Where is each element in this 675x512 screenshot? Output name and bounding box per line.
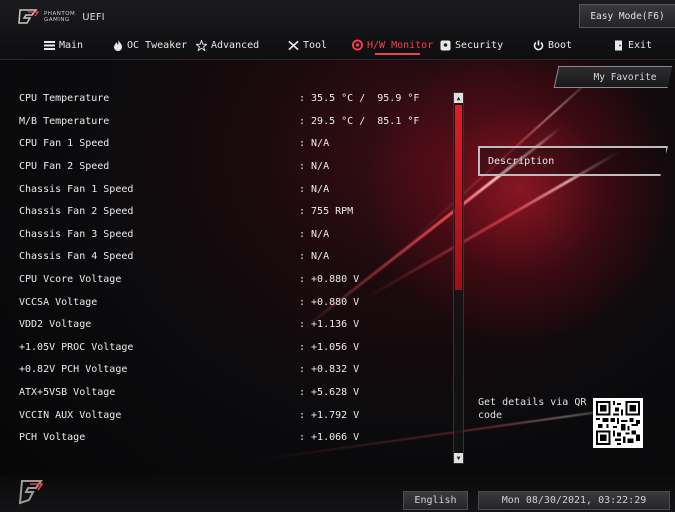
active-tab-indicator xyxy=(375,53,420,55)
item-label: Chassis Fan 3 Speed xyxy=(19,228,134,240)
tab-main[interactable]: Main xyxy=(44,34,83,56)
item-label: PCH Voltage xyxy=(19,431,86,443)
item-value: : N/A xyxy=(299,160,330,172)
list-item[interactable]: ATX+5VSB Voltage : +5.628 V xyxy=(0,381,450,403)
item-label: CPU Temperature xyxy=(19,92,110,104)
item-value: : N/A xyxy=(299,183,330,195)
tab-label: Exit xyxy=(628,39,653,51)
item-label: VCCIN AUX Voltage xyxy=(19,409,122,421)
bios-screen: PHANTOM GAMING UEFI Easy Mode(F6) Main O… xyxy=(0,0,675,512)
list-item[interactable]: PCH Voltage : +1.066 V xyxy=(0,426,450,448)
language-button[interactable]: English xyxy=(403,491,468,510)
phantom-gaming-logo: PHANTOM GAMING UEFI xyxy=(18,8,105,26)
item-label: CPU Vcore Voltage xyxy=(19,273,122,285)
item-label: +0.82V PCH Voltage xyxy=(19,363,128,375)
tab-label: Advanced xyxy=(211,39,260,51)
list-item[interactable]: VDD2 Voltage : +1.136 V xyxy=(0,313,450,335)
tab-label: Main xyxy=(59,39,84,51)
item-label: Chassis Fan 1 Speed xyxy=(19,183,134,195)
tab-tool[interactable]: Tool xyxy=(288,34,327,56)
qr-hint-text: Get details via QR code xyxy=(478,397,587,421)
item-value: : +1.136 V xyxy=(299,318,360,330)
easy-mode-button[interactable]: Easy Mode(F6) xyxy=(579,4,675,28)
item-value: : +1.792 V xyxy=(299,409,360,421)
tab-boot[interactable]: Boot xyxy=(533,34,572,56)
list-item[interactable]: VCCSA Voltage : +0.880 V xyxy=(0,291,450,313)
list-item[interactable]: CPU Vcore Voltage : +0.880 V xyxy=(0,268,450,290)
item-label: +1.05V PROC Voltage xyxy=(19,341,134,353)
list-item[interactable]: Chassis Fan 4 Speed : N/A xyxy=(0,245,450,267)
item-value: : +0.832 V xyxy=(299,363,360,375)
tab-advanced[interactable]: Advanced xyxy=(196,34,259,56)
item-value: : +1.056 V xyxy=(299,341,360,353)
item-value: : 35.5 °C / 95.9 °F xyxy=(299,92,420,104)
main-tabs: Main OC Tweaker Advanced Tool H/W Monito… xyxy=(0,34,675,56)
tab-label: Boot xyxy=(548,39,573,51)
list-item[interactable]: +1.05V PROC Voltage : +1.056 V xyxy=(0,336,450,358)
item-label: Chassis Fan 4 Speed xyxy=(19,250,134,262)
tab-exit[interactable]: Exit xyxy=(613,34,652,56)
item-value: : N/A xyxy=(299,137,330,149)
exit-door-icon xyxy=(613,40,624,51)
item-value: : 755 RPM xyxy=(299,205,354,217)
list-item[interactable]: Chassis Fan 1 Speed : N/A xyxy=(0,178,450,200)
item-label: VCCSA Voltage xyxy=(19,296,98,308)
item-label: CPU Fan 2 Speed xyxy=(19,160,110,172)
scroll-up-arrow-icon[interactable]: ▲ xyxy=(454,93,463,103)
menu-icon xyxy=(44,40,55,51)
list-item[interactable]: Chassis Fan 3 Speed : N/A xyxy=(0,223,450,245)
tab-oc-tweaker[interactable]: OC Tweaker xyxy=(112,34,187,56)
brand-text: PHANTOM GAMING xyxy=(44,11,76,23)
item-label: ATX+5VSB Voltage xyxy=(19,386,116,398)
item-label: Chassis Fan 2 Speed xyxy=(19,205,134,217)
list-item[interactable]: Chassis Fan 2 Speed : 755 RPM xyxy=(0,200,450,222)
list-item[interactable]: CPU Temperature : 35.5 °C / 95.9 °F xyxy=(0,87,450,109)
uefi-label: UEFI xyxy=(82,11,105,23)
tab-label: Security xyxy=(455,39,504,51)
description-title: Description xyxy=(488,155,555,167)
phantom-logo-icon xyxy=(18,8,40,26)
scrollbar-thumb[interactable] xyxy=(455,105,462,290)
tab-label: Tool xyxy=(303,39,328,51)
item-label: M/B Temperature xyxy=(19,115,110,127)
flame-icon xyxy=(112,39,123,51)
list-item[interactable]: CPU Fan 2 Speed : N/A xyxy=(0,155,450,177)
shield-icon xyxy=(440,40,451,51)
item-value: : +1.066 V xyxy=(299,431,360,443)
item-value: : N/A xyxy=(299,250,330,262)
tab-label: OC Tweaker xyxy=(127,39,188,51)
list-item[interactable]: CPU Fan 1 Speed : N/A xyxy=(0,132,450,154)
item-value: : +0.880 V xyxy=(299,296,360,308)
scroll-down-arrow-icon[interactable]: ▼ xyxy=(454,453,463,463)
phantom-logo-icon xyxy=(18,478,44,506)
monitor-icon xyxy=(352,39,363,51)
qr-code-icon xyxy=(593,398,643,448)
tools-icon xyxy=(288,40,299,51)
tab-security[interactable]: Security xyxy=(440,34,503,56)
power-icon xyxy=(533,40,544,51)
item-value: : 29.5 °C / 85.1 °F xyxy=(299,115,420,127)
item-value: : +0.880 V xyxy=(299,273,360,285)
item-value: : N/A xyxy=(299,228,330,240)
date-time-display: Mon 08/30/2021, 03:22:29 xyxy=(478,491,670,510)
star-icon xyxy=(196,39,207,51)
item-label: VDD2 Voltage xyxy=(19,318,92,330)
tab-label: H/W Monitor xyxy=(367,39,434,51)
item-value: : +5.628 V xyxy=(299,386,360,398)
list-item[interactable]: +0.82V PCH Voltage : +0.832 V xyxy=(0,358,450,380)
my-favorite-button[interactable]: My Favorite xyxy=(580,66,670,88)
list-item[interactable]: M/B Temperature : 29.5 °C / 85.1 °F xyxy=(0,110,450,132)
top-bar: PHANTOM GAMING UEFI Easy Mode(F6) Main O… xyxy=(0,0,675,60)
item-label: CPU Fan 1 Speed xyxy=(19,137,110,149)
list-scrollbar[interactable]: ▲ ▼ xyxy=(453,92,464,464)
list-item[interactable]: VCCIN AUX Voltage : +1.792 V xyxy=(0,404,450,426)
